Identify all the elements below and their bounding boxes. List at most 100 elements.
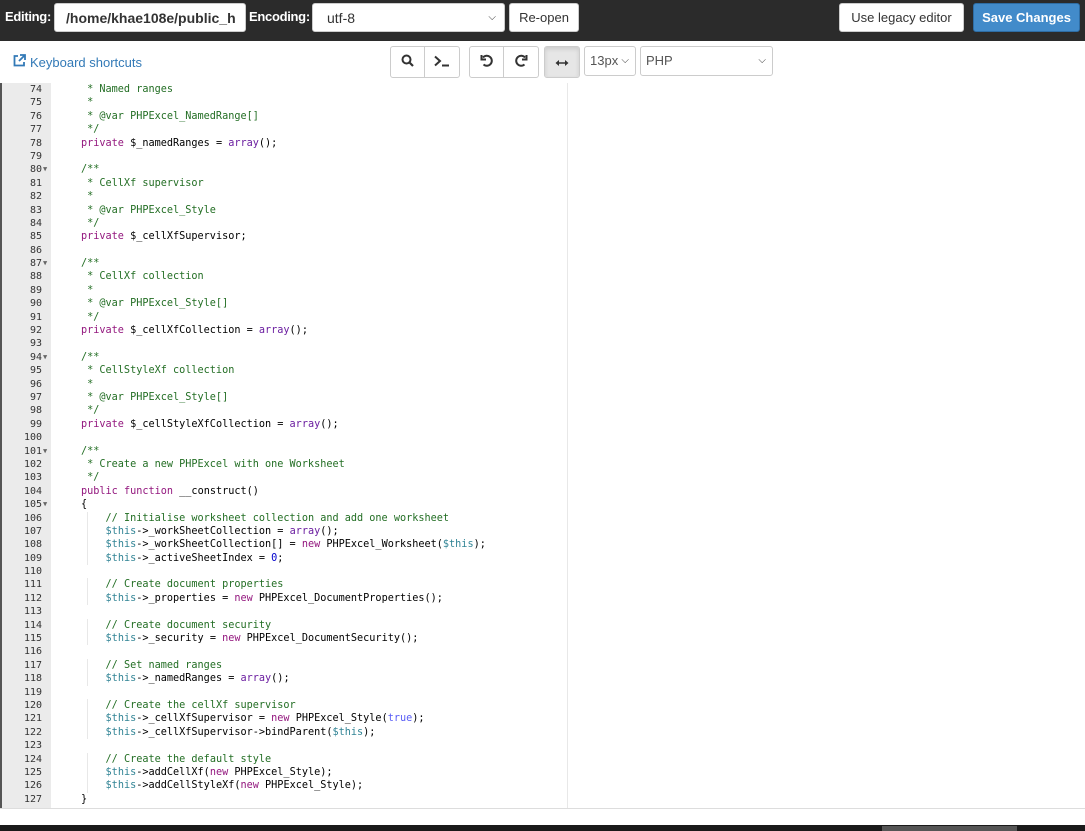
code-line[interactable]: 126 $this->addCellStyleXf(new PHPExcel_S… [2,779,1085,793]
code-line[interactable]: 127} [2,793,1085,806]
line-code: $this->_properties = new PHPExcel_Docume… [81,592,443,605]
line-code: /** [81,445,99,458]
fold-toggle-icon[interactable]: ▼ [43,498,47,511]
line-code: private $_cellStyleXfCollection = array(… [81,418,339,431]
horizontal-scrollbar[interactable] [0,825,1085,831]
code-token: $_cellXfCollection = [123,325,259,337]
code-line[interactable]: 86 [2,244,1085,257]
code-line[interactable]: 99 private $_cellStyleXfCollection = arra… [2,418,1085,431]
code-line[interactable]: 123 [2,739,1085,752]
undo-button[interactable] [470,47,504,77]
line-code: * @var PHPExcel_Style[] [81,391,228,404]
save-changes-button[interactable]: Save Changes [973,3,1080,32]
code-line[interactable]: 101 ▼ /** [2,445,1085,458]
search-icon [401,54,414,70]
line-code: $this->_cellXfSupervisor->bindParent($th… [81,726,376,739]
code-line[interactable]: 82 * [2,190,1085,203]
code-line[interactable]: 115 $this->_security = new PHPExcel_Docu… [2,632,1085,646]
line-number: 100 [23,432,42,444]
code-line[interactable]: 112 $this->_properties = new PHPExcel_Do… [2,591,1085,606]
code-line[interactable]: 107 $this->_workSheetCollection = array(… [2,524,1085,539]
code-line[interactable]: 92 private $_cellXfCollection = array(); [2,324,1085,337]
use-legacy-editor-button[interactable]: Use legacy editor [839,3,964,32]
code-line[interactable]: 98 */ [2,404,1085,417]
code-line[interactable]: 97 * @var PHPExcel_Style[] [2,391,1085,404]
code-token: array [228,137,259,149]
code-line[interactable]: 103 */ [2,471,1085,484]
code-line[interactable]: 125 $this->addCellXf(new PHPExcel_Style)… [2,765,1085,780]
editor-footer [0,808,1085,826]
code-line[interactable]: 94 ▼ /** [2,351,1085,364]
code-line[interactable]: 110 [2,565,1085,578]
code-line[interactable]: 96 * [2,378,1085,391]
code-token: ->_properties = [136,592,235,604]
code-line[interactable]: 105 ▼ { [2,498,1085,511]
font-size-select[interactable]: 13px ⌵ [584,46,636,76]
scrollbar-thumb[interactable] [882,826,1017,831]
code-line[interactable]: 77 */ [2,123,1085,136]
line-code: * CellStyleXf collection [81,364,234,377]
fold-toggle-icon[interactable]: ▼ [43,257,47,270]
code-line[interactable]: 108 $this->_workSheetCollection[] = new … [2,538,1085,552]
code-line[interactable]: 122 $this->_cellXfSupervisor->bindParent… [2,725,1085,740]
code-line[interactable]: 102 * Create a new PHPExcel with one Wor… [2,458,1085,471]
code-line[interactable]: 93 [2,337,1085,350]
code-line[interactable]: 87 ▼ /** [2,257,1085,270]
reopen-button[interactable]: Re-open [509,3,579,32]
language-mode-select[interactable]: PHP ⌵ [640,46,773,76]
code-line[interactable]: 114 // Create document security [2,618,1085,633]
code-token: PHPExcel_Style); [258,780,364,792]
code-line[interactable]: 120 // Create the cellXf supervisor [2,698,1085,713]
line-number: 77 [29,124,42,136]
code-line[interactable]: 81 * CellXf supervisor [2,177,1085,190]
code-line[interactable]: 116 [2,645,1085,658]
line-number: 89 [29,284,42,296]
code-line[interactable]: 75 * [2,96,1085,109]
code-line[interactable]: 106 // Initialise worksheet collection a… [2,511,1085,525]
redo-button[interactable] [504,47,538,77]
code-line[interactable]: 119 [2,686,1085,699]
code-line[interactable]: 89 * [2,284,1085,297]
code-line[interactable]: 117 // Set named ranges [2,658,1085,673]
file-path-input[interactable]: /home/khae108e/public_h [54,3,246,32]
code-line[interactable]: 88 * CellXf collection [2,270,1085,283]
fold-toggle-icon[interactable]: ▼ [43,351,47,364]
code-line[interactable]: 83 * @var PHPExcel_Style [2,204,1085,217]
code-token: ); [473,539,486,551]
code-token: $_namedRanges = [123,137,229,149]
word-wrap-toggle[interactable] [545,47,579,77]
search-button[interactable] [391,47,425,77]
code-line[interactable]: 104 public function __construct() [2,485,1085,498]
command-palette-button[interactable] [425,47,459,77]
code-token: $this [105,592,137,604]
code-line[interactable]: 74 * Named ranges [2,83,1085,96]
code-line[interactable]: 78 private $_namedRanges = array(); [2,137,1085,150]
fold-toggle-icon[interactable]: ▼ [43,163,47,176]
code-line[interactable]: 91 */ [2,311,1085,324]
code-line[interactable]: 118 $this->_namedRanges = array(); [2,672,1085,686]
code-line[interactable]: 113 [2,605,1085,618]
keyboard-shortcuts-link[interactable]: Keyboard shortcuts [13,54,142,70]
code-line[interactable]: 109 $this->_activeSheetIndex = 0; [2,551,1085,566]
code-line[interactable]: 79 [2,150,1085,163]
encoding-select[interactable]: utf-8 ⌵ [312,3,505,32]
code-token: // Create document security [105,619,272,631]
external-link-icon [13,54,26,70]
code-line[interactable]: 84 */ [2,217,1085,230]
code-editor[interactable]: 74 * Named ranges 75 * 76 * @var PHPExcel_… [0,83,1085,808]
code-line[interactable]: 76 * @var PHPExcel_NamedRange[] [2,110,1085,123]
code-line[interactable]: 111 // Create document properties [2,578,1085,592]
code-line[interactable]: 85 private $_cellXfSupervisor; [2,230,1085,243]
line-code: private $_namedRanges = array(); [81,137,277,150]
code-line[interactable]: 124 // Create the default style [2,752,1085,766]
code-line[interactable]: 90 * @var PHPExcel_Style[] [2,297,1085,310]
code-line[interactable]: 95 * CellStyleXf collection [2,364,1085,377]
code-line[interactable]: 100 [2,431,1085,444]
code-line[interactable]: 121 $this->_cellXfSupervisor = new PHPEx… [2,712,1085,726]
line-number: 79 [29,150,42,162]
fold-toggle-icon[interactable]: ▼ [43,445,47,458]
code-line[interactable]: 80 ▼ /** [2,163,1085,176]
line-code: */ [81,311,99,324]
line-code: // Set named ranges [81,659,223,672]
